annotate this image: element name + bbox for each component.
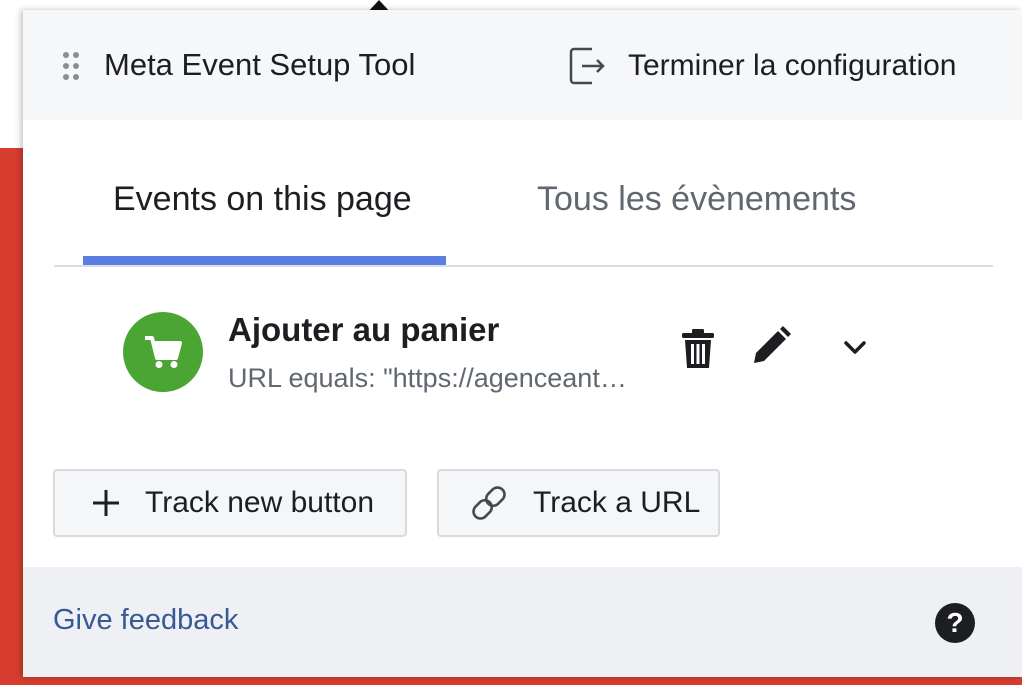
tab-events-on-this-page[interactable]: Events on this page xyxy=(113,180,412,219)
tab-all-events[interactable]: Tous les évènements xyxy=(537,180,856,219)
trash-icon xyxy=(682,329,714,368)
track-url-button[interactable]: Track a URL xyxy=(437,469,720,537)
expand-event-button[interactable] xyxy=(837,330,873,366)
delete-event-button[interactable] xyxy=(676,324,720,374)
shopping-cart-icon xyxy=(123,312,203,392)
app-title: Meta Event Setup Tool xyxy=(104,47,416,82)
give-feedback-link[interactable]: Give feedback xyxy=(53,604,238,637)
pencil-icon xyxy=(754,326,791,363)
track-new-button-label: Track new button xyxy=(145,486,374,519)
event-title: Ajouter au panier xyxy=(228,311,500,348)
active-tab-indicator xyxy=(83,256,446,265)
plus-icon xyxy=(91,488,121,518)
edit-event-button[interactable] xyxy=(747,322,795,370)
exit-icon xyxy=(569,47,605,85)
tabs-divider xyxy=(54,265,993,267)
track-url-label: Track a URL xyxy=(533,486,701,519)
drag-handle-icon[interactable] xyxy=(62,51,82,81)
event-rule: URL equals: "https://agenceant… xyxy=(228,363,627,393)
link-icon xyxy=(469,483,509,523)
panel-header: Meta Event Setup Tool Terminer la config… xyxy=(23,10,1022,120)
chevron-down-icon xyxy=(844,341,866,354)
panel-footer: Give feedback ? xyxy=(23,567,1022,677)
track-new-button[interactable]: Track new button xyxy=(53,469,407,537)
finish-setup-button[interactable]: Terminer la configuration xyxy=(568,38,978,94)
help-icon[interactable]: ? xyxy=(935,603,975,643)
event-setup-panel: Meta Event Setup Tool Terminer la config… xyxy=(23,10,1022,677)
finish-setup-label: Terminer la configuration xyxy=(628,49,957,82)
